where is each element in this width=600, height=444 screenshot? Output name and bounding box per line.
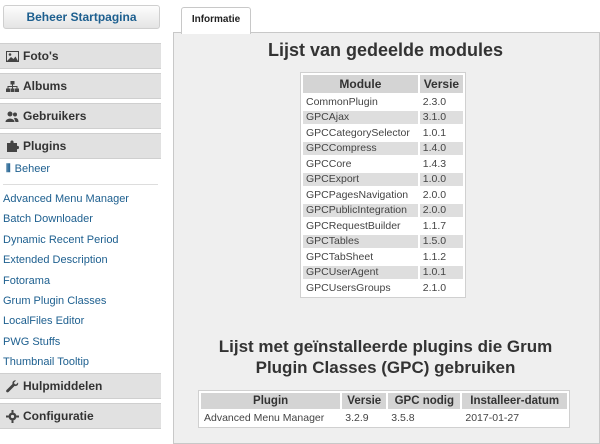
module-version: 3.1.0 bbox=[419, 110, 463, 124]
module-name: GPCRequestBuilder bbox=[306, 219, 401, 232]
plugin-install-date: 2017-01-27 bbox=[465, 412, 520, 424]
module-name: GPCPagesNavigation bbox=[306, 188, 409, 201]
tab-informatie[interactable]: Informatie bbox=[181, 7, 251, 34]
sidebar-plugin-link[interactable]: Grum Plugin Classes bbox=[3, 294, 106, 308]
column-header: Installeer-datum bbox=[462, 393, 567, 409]
table-row: GPCPublicIntegration 2.0.0 bbox=[303, 203, 463, 217]
sidebar-plugin-link[interactable]: Thumbnail Tooltip bbox=[3, 355, 89, 369]
plugin-gpc-required: 3.5.8 bbox=[391, 412, 415, 424]
module-version: 2.1.0 bbox=[422, 281, 447, 294]
modules-table: Module Versie CommonPlugin 2.3.0 GPCAjax 3… bbox=[300, 72, 466, 298]
table-row: Advanced Menu Manager 3.2.9 3.5.8 2017-0… bbox=[201, 411, 567, 425]
module-name: GPCCore bbox=[306, 157, 352, 170]
table-row: GPCCategorySelector 1.0.1 bbox=[303, 126, 463, 140]
column-header: GPC nodig bbox=[388, 393, 461, 409]
table-row: GPCUsersGroups 2.1.0 bbox=[303, 281, 463, 295]
module-version: 2.0.0 bbox=[422, 188, 447, 201]
sidebar-plugin-link[interactable]: Advanced Menu Manager bbox=[3, 192, 129, 206]
module-version: 1.4.0 bbox=[419, 141, 463, 155]
table-header-row: Module Versie bbox=[303, 75, 463, 93]
table-row: GPCUserAgent 1.0.1 bbox=[303, 265, 463, 279]
plugins-heading: Lijst met geïnstalleerde plugins die Gru… bbox=[173, 336, 598, 378]
module-version: 2.3.0 bbox=[422, 95, 447, 108]
module-name: GPCExport bbox=[303, 172, 418, 186]
wrench-icon bbox=[5, 374, 19, 398]
sidebar-section-label: Hulpmiddelen bbox=[23, 379, 103, 393]
sidebar-plugin-link[interactable]: LocalFiles Editor bbox=[3, 314, 84, 328]
sidebar-plugin-link[interactable]: Dynamic Recent Period bbox=[3, 233, 119, 247]
plugins-heading-line: Plugin Classes (GPC) gebruiken bbox=[255, 358, 516, 377]
module-version: 1.0.1 bbox=[422, 126, 447, 139]
sliders-icon: ⫴ bbox=[6, 163, 11, 175]
module-name: GPCTabSheet bbox=[306, 250, 374, 263]
image-icon bbox=[5, 44, 19, 68]
gear-icon bbox=[5, 404, 19, 428]
column-header: Versie bbox=[342, 393, 387, 409]
table-row: GPCPagesNavigation 2.0.0 bbox=[303, 188, 463, 202]
module-version: 1.0.0 bbox=[419, 172, 463, 186]
sidebar-section-label: Gebruikers bbox=[23, 109, 87, 123]
module-version: 2.0.0 bbox=[419, 203, 463, 217]
column-header: Module bbox=[303, 75, 418, 93]
admin-home-button[interactable]: Beheer Startpagina bbox=[3, 5, 160, 29]
users-icon bbox=[5, 104, 19, 128]
plugins-heading-line: Lijst met geïnstalleerde plugins die Gru… bbox=[218, 337, 553, 356]
table-row: GPCRequestBuilder 1.1.7 bbox=[303, 219, 463, 233]
module-version: 1.4.3 bbox=[422, 157, 447, 170]
module-name: GPCCategorySelector bbox=[306, 126, 410, 139]
module-name: GPCPublicIntegration bbox=[303, 203, 418, 217]
admin-sidebar: Beheer Startpagina Foto's Albums Gebruik… bbox=[0, 0, 161, 436]
table-row: GPCTables 1.5.0 bbox=[303, 234, 463, 248]
plugin-name: Advanced Menu Manager bbox=[204, 412, 325, 424]
sidebar-item-label: Beheer bbox=[14, 163, 51, 175]
sidebar-plugin-link[interactable]: Fotorama bbox=[3, 274, 50, 288]
sidebar-section-tools[interactable]: Hulpmiddelen bbox=[0, 373, 161, 399]
plugins-table: Plugin Versie GPC nodig Installeer-datum… bbox=[198, 390, 570, 428]
sidebar-plugin-link[interactable]: PWG Stuffs bbox=[3, 335, 60, 349]
table-row: GPCTabSheet 1.1.2 bbox=[303, 250, 463, 264]
sidebar-plugin-link[interactable]: Batch Downloader bbox=[3, 212, 93, 226]
module-version: 1.5.0 bbox=[419, 234, 463, 248]
sidebar-divider bbox=[3, 184, 158, 185]
sidebar-section-label: Configuratie bbox=[23, 409, 94, 423]
table-row: GPCExport 1.0.0 bbox=[303, 172, 463, 186]
sidebar-item-beheer[interactable]: ⫴ Beheer bbox=[6, 162, 50, 176]
module-name: GPCUserAgent bbox=[303, 265, 418, 279]
sidebar-section-users[interactable]: Gebruikers bbox=[0, 103, 161, 129]
module-name: GPCUsersGroups bbox=[306, 281, 391, 294]
sidebar-section-label: Plugins bbox=[23, 139, 67, 153]
table-row: CommonPlugin 2.3.0 bbox=[303, 95, 463, 109]
sitemap-icon bbox=[5, 74, 19, 98]
sidebar-section-configuration[interactable]: Configuratie bbox=[0, 403, 161, 429]
modules-heading: Lijst van gedeelde modules bbox=[267, 40, 504, 60]
sidebar-section-albums[interactable]: Albums bbox=[0, 73, 161, 99]
table-row: GPCCompress 1.4.0 bbox=[303, 141, 463, 155]
module-name: CommonPlugin bbox=[306, 95, 378, 108]
sidebar-section-photos[interactable]: Foto's bbox=[0, 43, 161, 69]
module-version: 1.1.7 bbox=[422, 219, 447, 232]
sidebar-section-label: Foto's bbox=[23, 49, 59, 63]
module-version: 1.0.1 bbox=[419, 265, 463, 279]
sidebar-section-label: Albums bbox=[23, 79, 68, 93]
module-name: GPCCompress bbox=[303, 141, 418, 155]
table-header-row: Plugin Versie GPC nodig Installeer-datum bbox=[201, 393, 567, 409]
module-name: GPCAjax bbox=[303, 110, 418, 124]
table-row: GPCAjax 3.1.0 bbox=[303, 110, 463, 124]
sidebar-plugin-link[interactable]: Extended Description bbox=[3, 253, 108, 267]
column-header: Versie bbox=[419, 75, 463, 93]
table-row: GPCCore 1.4.3 bbox=[303, 157, 463, 171]
puzzle-icon bbox=[5, 134, 19, 158]
sidebar-section-plugins[interactable]: Plugins bbox=[0, 133, 161, 159]
module-version: 1.1.2 bbox=[422, 250, 447, 263]
column-header: Plugin bbox=[201, 393, 341, 409]
plugin-version: 3.2.9 bbox=[345, 412, 369, 424]
module-name: GPCTables bbox=[303, 234, 418, 248]
